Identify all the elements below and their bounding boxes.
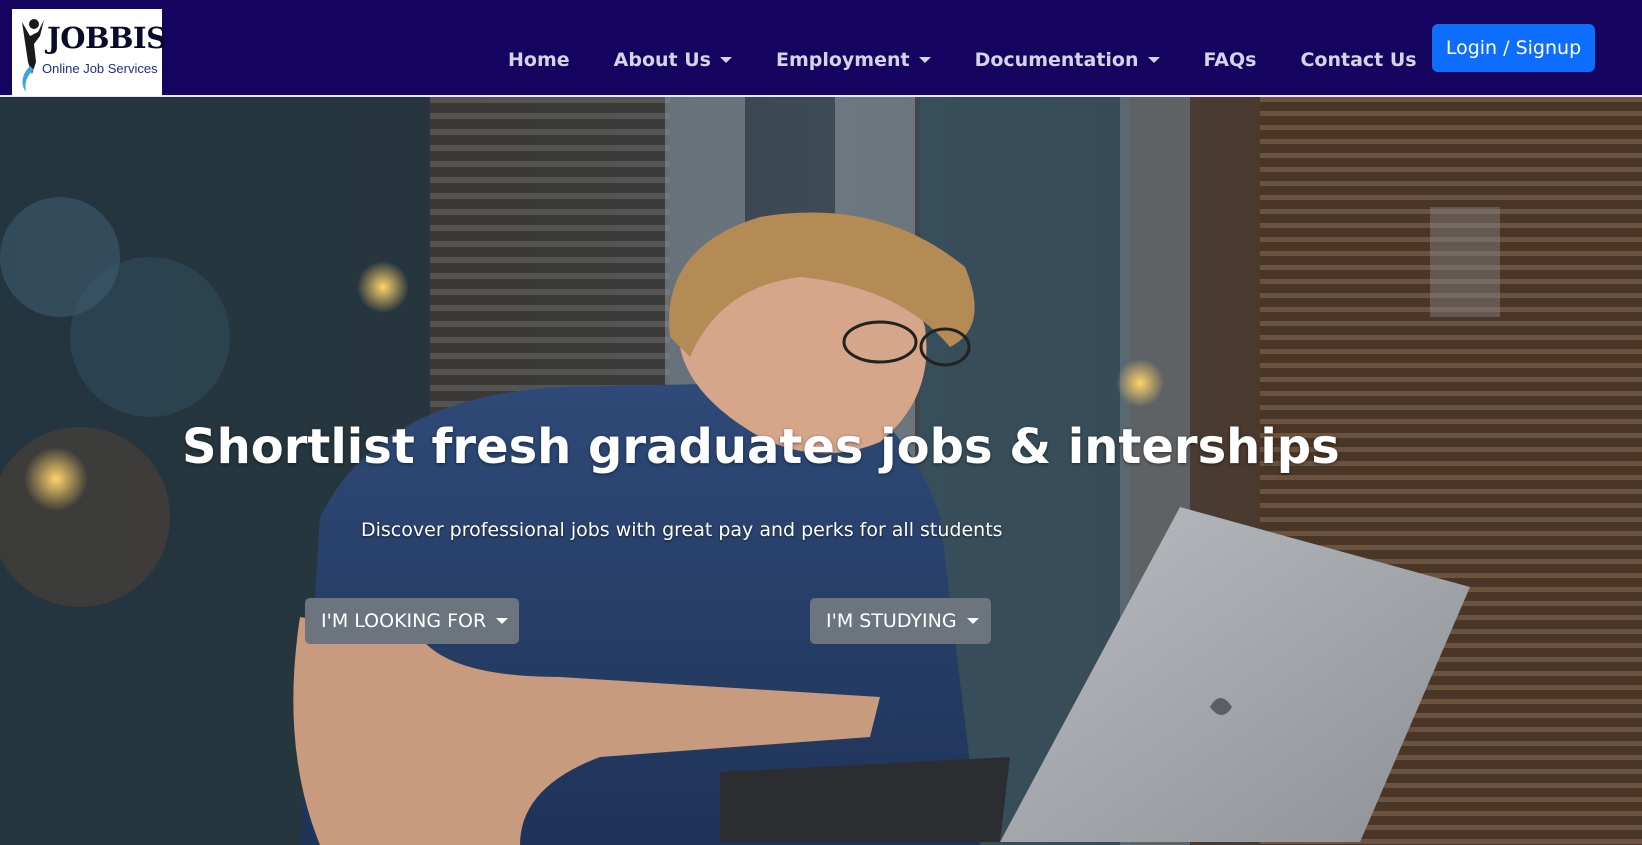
jobbis-logo[interactable]: JOBBIS Online Job Services (12, 9, 167, 96)
top-navbar: JOBBIS Online Job Services Home About Us… (0, 0, 1642, 97)
nav-home[interactable]: Home (508, 49, 570, 71)
chevron-down-icon (1147, 57, 1160, 63)
nav-about-us[interactable]: About Us (614, 49, 732, 71)
nav-documentation-label: Documentation (974, 49, 1139, 71)
nav-contact-us[interactable]: Contact Us (1300, 49, 1416, 71)
brand-name: JOBBIS (47, 21, 167, 55)
looking-for-label: I'M LOOKING FOR (321, 610, 487, 632)
nav-faqs-label: FAQs (1203, 49, 1257, 71)
hero-subtitle: Discover professional jobs with great pa… (361, 519, 1003, 541)
studying-dropdown[interactable]: I'M STUDYING (810, 598, 991, 644)
brand-tagline: Online Job Services (42, 61, 158, 76)
studying-label: I'M STUDYING (826, 610, 957, 632)
nav-documentation[interactable]: Documentation (975, 49, 1160, 71)
nav-faqs[interactable]: FAQs (1204, 49, 1257, 71)
nav-contact-us-label: Contact Us (1300, 49, 1417, 71)
nav-employment-label: Employment (775, 49, 910, 71)
chevron-down-icon (496, 618, 509, 624)
chevron-down-icon (918, 57, 931, 63)
main-navigation: Home About Us Employment Documentation F… (508, 43, 1417, 77)
looking-for-dropdown[interactable]: I'M LOOKING FOR (305, 598, 519, 644)
nav-about-us-label: About Us (613, 49, 711, 71)
hero-section: Shortlist fresh graduates jobs & intersh… (0, 97, 1642, 845)
person-logo-icon (22, 19, 44, 92)
nav-employment[interactable]: Employment (776, 49, 931, 71)
nav-home-label: Home (508, 49, 570, 71)
hero-title: Shortlist fresh graduates jobs & intersh… (182, 419, 1340, 475)
login-signup-button[interactable]: Login / Signup (1432, 24, 1595, 72)
chevron-down-icon (966, 618, 979, 624)
chevron-down-icon (719, 57, 732, 63)
